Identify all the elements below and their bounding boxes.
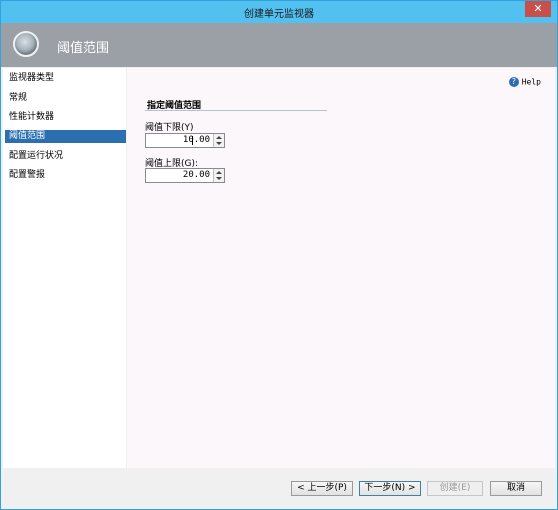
close-button[interactable]: ✕ xyxy=(525,1,551,17)
help-icon[interactable]: ? xyxy=(508,77,519,87)
previous-button[interactable]: < 上一步(P) xyxy=(291,481,353,496)
cancel-button[interactable]: 取消 xyxy=(490,481,542,496)
dialog-window: 创建单元监视器 ✕ 阈值范围 监视器类型 常规 性能计数器 阈值范围 配置运行状… xyxy=(0,0,558,510)
next-button[interactable]: 下一步(N) > xyxy=(359,481,421,496)
window-title: 创建单元监视器 xyxy=(244,9,314,20)
stepper-up-icon[interactable] xyxy=(216,171,222,174)
title-bar[interactable]: 创建单元监视器 ✕ xyxy=(1,1,557,23)
main-content: ? Help 指定阈值范围 阈值下限(Y) 10.00 阈值上限(G): 20.0… xyxy=(127,68,555,468)
section-divider xyxy=(145,110,327,111)
create-button[interactable]: 创建(E) xyxy=(427,481,483,496)
button-bar: < 上一步(P) 下一步(N) > 创建(E) 取消 xyxy=(1,471,557,509)
lower-threshold-label: 阈值下限(Y) xyxy=(145,123,194,133)
stepper-arrows[interactable] xyxy=(213,169,224,182)
wizard-sidebar: 监视器类型 常规 性能计数器 阈值范围 配置运行状况 配置警报 xyxy=(3,68,126,468)
upper-threshold-stepper[interactable]: 20.00 xyxy=(145,168,225,183)
stepper-down-icon[interactable] xyxy=(216,142,222,145)
upper-threshold-value[interactable]: 20.00 xyxy=(183,170,210,180)
lower-threshold-value[interactable]: 10.00 xyxy=(183,135,210,145)
stepper-arrows[interactable] xyxy=(213,134,224,147)
page-header: 阈值范围 xyxy=(1,23,557,67)
sidebar-item-general[interactable]: 常规 xyxy=(7,92,126,105)
page-title: 阈值范围 xyxy=(57,41,110,56)
sidebar-item-configure-health[interactable]: 配置运行状况 xyxy=(7,150,126,163)
monitor-orb-icon xyxy=(13,31,39,57)
help-link[interactable]: ? Help xyxy=(508,77,541,87)
sidebar-item-performance-counter[interactable]: 性能计数器 xyxy=(7,111,126,124)
sidebar-item-configure-alerts[interactable]: 配置警报 xyxy=(7,169,126,182)
sidebar-item-threshold-range[interactable]: 阈值范围 xyxy=(5,130,126,143)
lower-threshold-stepper[interactable]: 10.00 xyxy=(145,133,225,148)
sidebar-item-monitor-type[interactable]: 监视器类型 xyxy=(7,72,126,85)
stepper-up-icon[interactable] xyxy=(216,136,222,139)
stepper-down-icon[interactable] xyxy=(216,177,222,180)
help-label[interactable]: Help xyxy=(522,78,541,87)
